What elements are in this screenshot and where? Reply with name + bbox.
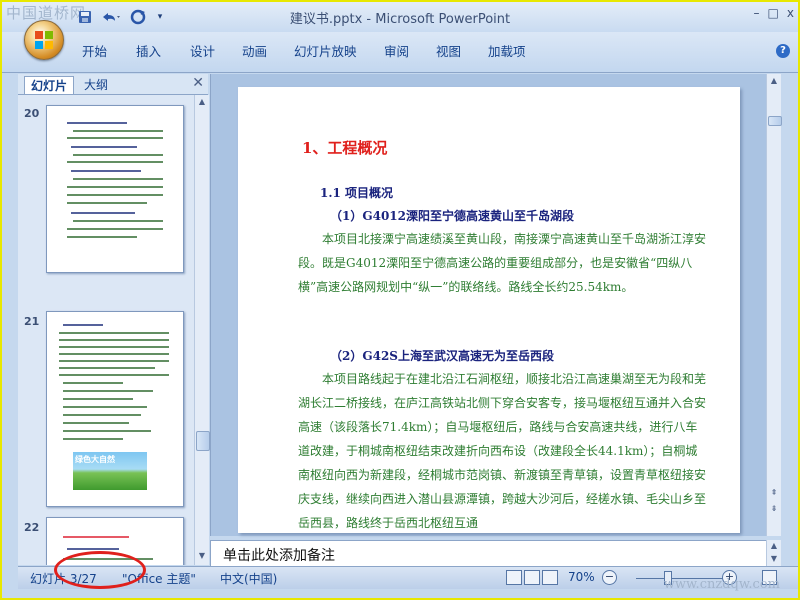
section-text-2: 本项目路线起于在建北沿江石涧枢纽，顺接北沿江高速巢湖至无为段和芜湖长江二桥接线，… xyxy=(298,372,707,530)
scroll-thumb[interactable] xyxy=(768,116,782,126)
slide-sorter-icon[interactable] xyxy=(524,570,540,585)
slide-thumbnail-21[interactable]: 绿色大自然 xyxy=(46,311,184,507)
tab-add-ins[interactable]: 加载项 xyxy=(488,41,526,60)
office-logo-icon xyxy=(35,31,53,49)
normal-view-icon[interactable] xyxy=(506,570,522,585)
slide-number: 21 xyxy=(24,315,40,328)
notes-placeholder: 单击此处添加备注 xyxy=(223,548,335,564)
slide-number: 20 xyxy=(24,107,40,120)
tab-design[interactable]: 设计 xyxy=(190,41,215,60)
next-slide-icon[interactable]: ⇟ xyxy=(767,502,781,516)
slide-number: 22 xyxy=(24,521,40,534)
tab-slide-show[interactable]: 幻灯片放映 xyxy=(294,41,357,60)
scroll-up-icon[interactable]: ▲ xyxy=(767,540,781,552)
slide-thumbnail-20[interactable] xyxy=(46,105,184,273)
close-button[interactable]: x xyxy=(787,6,794,20)
section-title-2: （2）G42S上海至武汉高速无为至岳西段 xyxy=(330,349,554,363)
tab-animations[interactable]: 动画 xyxy=(242,41,267,60)
previous-slide-icon[interactable]: ⇞ xyxy=(767,486,781,500)
minimize-button[interactable]: – xyxy=(754,6,760,20)
current-slide[interactable]: 1、工程概况 1.1 项目概况 （1）G4012溧阳至宁德高速黄山至千岛湖段 本… xyxy=(238,87,740,533)
maximize-button[interactable]: □ xyxy=(768,6,779,20)
scroll-down-icon[interactable]: ▼ xyxy=(195,549,209,563)
highlight-circle xyxy=(54,551,146,589)
notes-scrollbar[interactable]: ▲ ▼ xyxy=(766,540,781,566)
notes-pane[interactable]: 单击此处添加备注 xyxy=(210,540,768,568)
tab-insert[interactable]: 插入 xyxy=(136,41,161,60)
scroll-thumb[interactable] xyxy=(196,431,210,451)
slide-subheading: 1.1 项目概况 xyxy=(320,186,394,200)
section-text-1: 本项目北接溧宁高速绩溪至黄山段，南接溧宁高速黄山至千岛湖浙江淳安段。既是G401… xyxy=(298,232,707,294)
powerpoint-window: 中国道桥网 ▾ 建议书.pptx - Microsoft PowerPoint … xyxy=(0,0,800,600)
panel-close-icon[interactable]: ✕ xyxy=(192,75,204,91)
scroll-up-icon[interactable]: ▲ xyxy=(195,95,209,109)
editor-scrollbar[interactable]: ▲ ⇞ ⇟ xyxy=(766,74,782,536)
slide-heading: 1、工程概况 xyxy=(302,139,388,157)
tab-outline[interactable]: 大纲 xyxy=(78,76,114,93)
language[interactable]: 中文(中国) xyxy=(220,570,277,587)
tab-slides[interactable]: 幻灯片 xyxy=(24,76,75,94)
thumbnail-scrollbar[interactable]: ▲ ▼ xyxy=(194,95,210,565)
window-title: 建议书.pptx - Microsoft PowerPoint xyxy=(289,12,511,27)
zoom-out-icon[interactable]: − xyxy=(602,570,617,585)
watermark-bottom: www.cnzdqw.com xyxy=(663,577,780,592)
ribbon-tabs: 开始 插入 设计 动画 幻灯片放映 审阅 视图 加载项 ? xyxy=(2,32,798,73)
window-controls: – □ x xyxy=(754,6,794,20)
tab-review[interactable]: 审阅 xyxy=(384,41,409,60)
tab-view[interactable]: 视图 xyxy=(436,41,461,60)
office-button[interactable] xyxy=(24,20,64,60)
help-icon[interactable]: ? xyxy=(776,44,790,58)
zoom-level[interactable]: 70% xyxy=(568,570,595,584)
slide-image-caption: 绿色大自然 xyxy=(75,455,115,464)
tab-home[interactable]: 开始 xyxy=(82,41,107,60)
slide-panel-tabs: 幻灯片 大纲 ✕ xyxy=(18,74,208,95)
scroll-down-icon[interactable]: ▼ xyxy=(767,553,781,565)
title-bar: 中国道桥网 ▾ 建议书.pptx - Microsoft PowerPoint … xyxy=(2,2,798,32)
slide-show-icon[interactable] xyxy=(542,570,558,585)
section-title-1: （1）G4012溧阳至宁德高速黄山至千岛湖段 xyxy=(330,209,574,223)
scroll-up-icon[interactable]: ▲ xyxy=(767,74,781,88)
slide-image: 绿色大自然 xyxy=(73,452,147,490)
slide-thumbnails: 20 21 绿色大自然 22 xyxy=(18,95,194,565)
